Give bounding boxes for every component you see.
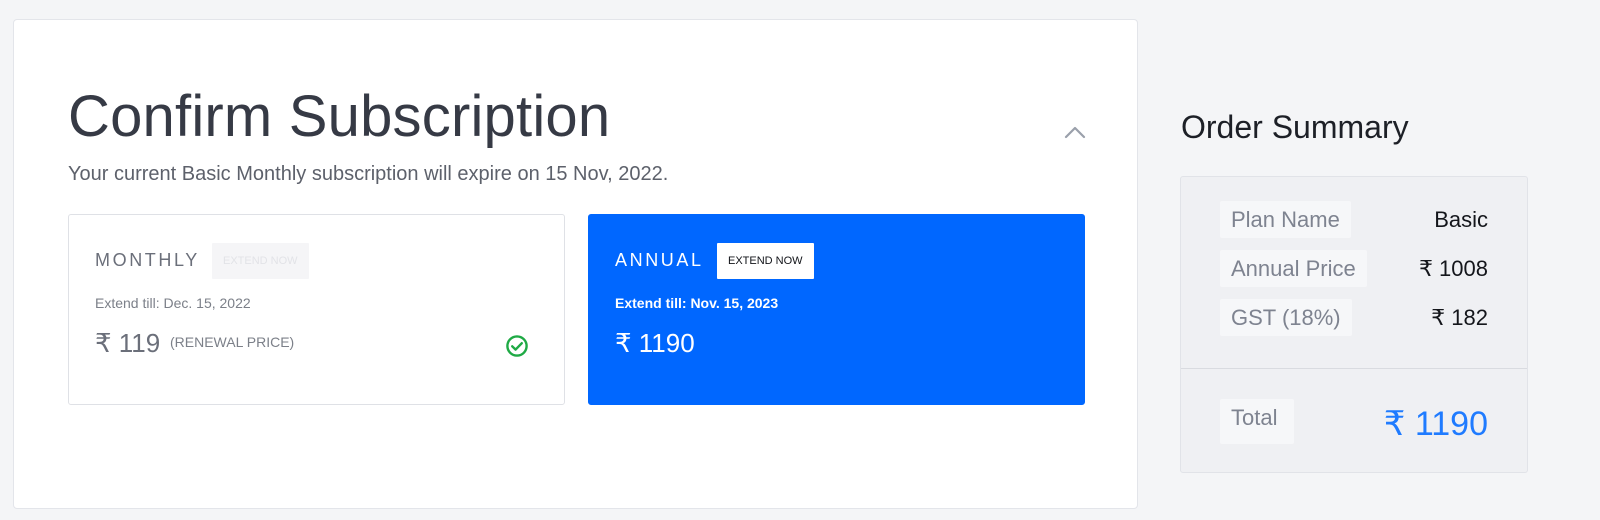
extend-now-button[interactable]: EXTEND NOW (717, 243, 814, 279)
summary-value-annual-price: ₹ 1008 (1418, 256, 1488, 281)
extend-now-button[interactable]: EXTEND NOW (212, 243, 309, 279)
page-title: Confirm Subscription (68, 84, 611, 149)
renewal-price-note: (RENEWAL PRICE) (170, 334, 295, 350)
extend-till-date: Extend till: Nov. 15, 2023 (615, 295, 779, 311)
summary-value-plan-name: Basic (1434, 207, 1488, 232)
plan-price: ₹ 1190 (615, 328, 695, 358)
extend-till-date: Extend till: Dec. 15, 2022 (95, 295, 251, 311)
order-summary-box: Plan Name Basic Annual Price ₹ 1008 GST … (1180, 176, 1528, 473)
summary-label-annual-price: Annual Price (1220, 250, 1367, 287)
expiry-notice: Your current Basic Monthly subscription … (68, 163, 669, 185)
plan-name: MONTHLY (95, 250, 200, 270)
plan-card-monthly[interactable]: MONTHLY EXTEND NOW Extend till: Dec. 15,… (68, 214, 565, 405)
summary-label-plan-name: Plan Name (1220, 201, 1351, 238)
summary-total-value: ₹ 1190 (1383, 405, 1488, 443)
collapse-button[interactable] (1061, 120, 1089, 144)
summary-total-label: Total (1220, 399, 1294, 444)
check-circle-icon (506, 335, 528, 357)
order-summary-title: Order Summary (1181, 109, 1409, 145)
plan-name: ANNUAL (615, 250, 704, 270)
confirm-subscription-panel: Confirm Subscription Your current Basic … (13, 19, 1138, 509)
chevron-up-icon (1064, 126, 1086, 139)
plan-price: ₹ 119 (95, 328, 161, 358)
summary-value-gst: ₹ 182 (1431, 305, 1488, 330)
summary-divider (1181, 368, 1527, 369)
summary-label-gst: GST (18%) (1220, 299, 1352, 336)
plan-card-annual[interactable]: ANNUAL EXTEND NOW Extend till: Nov. 15, … (588, 214, 1085, 405)
